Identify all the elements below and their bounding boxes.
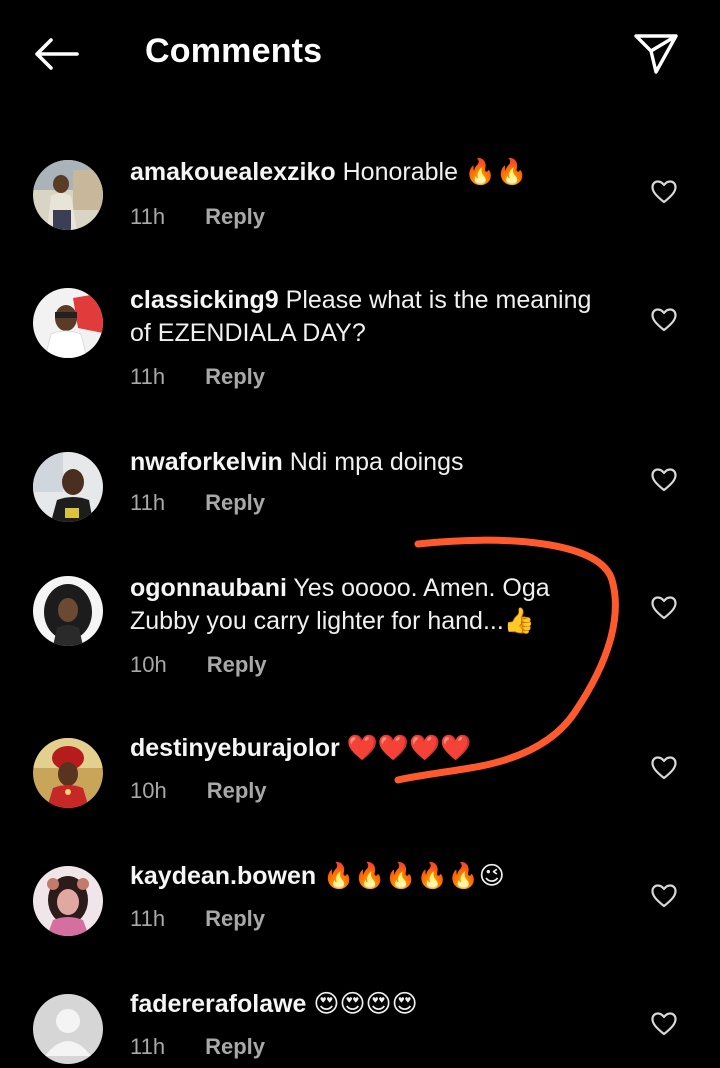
reply-button[interactable]: Reply [205,364,265,390]
reply-button[interactable]: Reply [205,1034,265,1060]
comment-time: 11h [130,1034,166,1059]
avatar[interactable] [33,738,103,808]
comment-time: 11h [130,906,166,931]
comment-time: 11h [130,490,166,515]
avatar[interactable] [33,288,103,358]
reply-button[interactable]: Reply [207,652,267,678]
heart-icon [651,1012,677,1036]
comment-username[interactable]: destinyeburajolor [130,734,340,762]
heart-icon [651,884,677,908]
heart-icon [651,308,677,332]
back-button[interactable] [28,30,84,78]
reply-button[interactable]: Reply [207,778,267,804]
comment-username[interactable]: nwaforkelvin [130,448,283,476]
comment-username[interactable]: fadererafolawe [130,990,306,1018]
avatar[interactable] [33,452,103,522]
like-button[interactable] [648,304,680,336]
avatar[interactable] [33,576,103,646]
heart-icon [651,596,677,620]
like-button[interactable] [648,592,680,624]
comment-username[interactable]: kaydean.bowen [130,862,316,890]
comment-text: Ndi mpa doings [289,448,464,476]
paper-plane-icon [634,34,678,74]
avatar[interactable] [33,994,103,1064]
comment-username[interactable]: ogonnaubani [130,574,287,602]
like-button[interactable] [648,1008,680,1040]
heart-icon [651,180,677,204]
comment-text: ❤️❤️❤️❤️ [346,734,472,762]
share-button[interactable] [628,28,684,80]
heart-icon [651,468,677,492]
page-title: Comments [145,32,323,70]
like-button[interactable] [648,464,680,496]
comment-time: 11h [130,364,166,389]
avatar[interactable] [33,866,103,936]
comment-time: 11h [130,204,166,229]
heart-icon [651,756,677,780]
comment-text: Honorable 🔥🔥 [342,158,528,186]
arrow-left-icon [35,38,79,70]
comment-username[interactable]: amakouealexziko [130,158,336,186]
reply-button[interactable]: Reply [205,490,265,516]
reply-button[interactable]: Reply [205,204,265,230]
reply-button[interactable]: Reply [205,906,265,932]
like-button[interactable] [648,752,680,784]
like-button[interactable] [648,176,680,208]
comment-username[interactable]: classicking9 [130,286,279,314]
like-button[interactable] [648,880,680,912]
avatar[interactable] [33,160,103,230]
comment-text: 🔥🔥🔥🔥🔥😉 [323,862,505,890]
comment-time: 10h [130,778,167,803]
comment-time: 10h [130,652,167,677]
comment-text: 😍😍😍😍 [313,990,418,1018]
app-header: Comments [0,0,720,108]
